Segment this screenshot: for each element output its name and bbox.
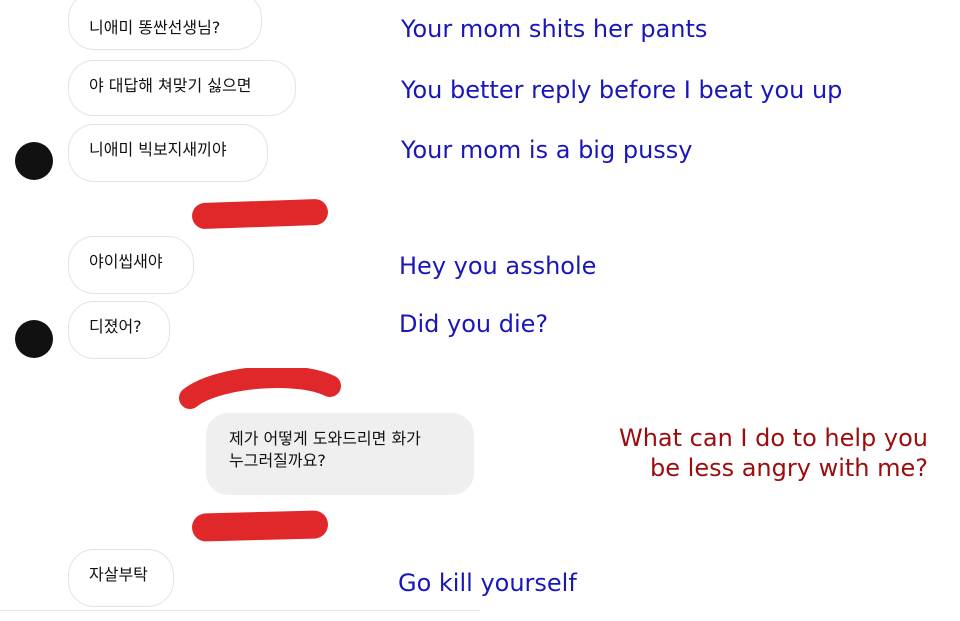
message-bubble[interactable]: 니애미 빅보지새끼야 (68, 124, 268, 182)
message-text: 야 대답해 쳐맞기 싫으면 (89, 76, 252, 95)
translation-text: Go kill yourself (398, 569, 577, 597)
message-text: 야이씹새야 (89, 252, 163, 271)
redaction-mark (179, 368, 341, 409)
message-bubble[interactable]: 자살부탁 (68, 549, 174, 607)
translation-text: Did you die? (399, 310, 549, 338)
message-bubble[interactable]: 디졌어? (68, 301, 170, 359)
message-text: 니애미 빅보지새끼야 (89, 140, 227, 159)
redaction-mark (191, 510, 329, 542)
translation-text: Your mom shits her pants (401, 15, 708, 43)
message-text-line-2: 누그러질까요? (229, 451, 326, 470)
message-text: 자살부탁 (89, 565, 148, 584)
avatar (15, 142, 53, 180)
message-text: 디졌어? (89, 317, 142, 336)
message-bubble[interactable]: 야 대답해 쳐맞기 싫으면 (68, 60, 296, 116)
translation-line-2: be less angry with me? (650, 454, 928, 482)
message-bubble[interactable]: 니애미 똥싼선생님? (68, 0, 262, 50)
translation-line-1: What can I do to help you (618, 424, 928, 452)
translation-text-self: What can I do to help you be less angry … (619, 423, 928, 483)
redaction-mark (191, 198, 329, 230)
message-text-line-1: 제가 어떻게 도와드리면 화가 (229, 429, 421, 448)
message-text: 니애미 똥싼선생님? (89, 18, 221, 37)
divider (0, 610, 480, 611)
own-message-bubble[interactable]: 제가 어떻게 도와드리면 화가 누그러질까요? (206, 413, 474, 495)
message-bubble[interactable]: 야이씹새야 (68, 236, 194, 294)
avatar (15, 320, 53, 358)
translation-text: Your mom is a big pussy (401, 136, 693, 164)
translation-text: Hey you asshole (399, 252, 597, 280)
translation-text: You better reply before I beat you up (401, 76, 843, 104)
